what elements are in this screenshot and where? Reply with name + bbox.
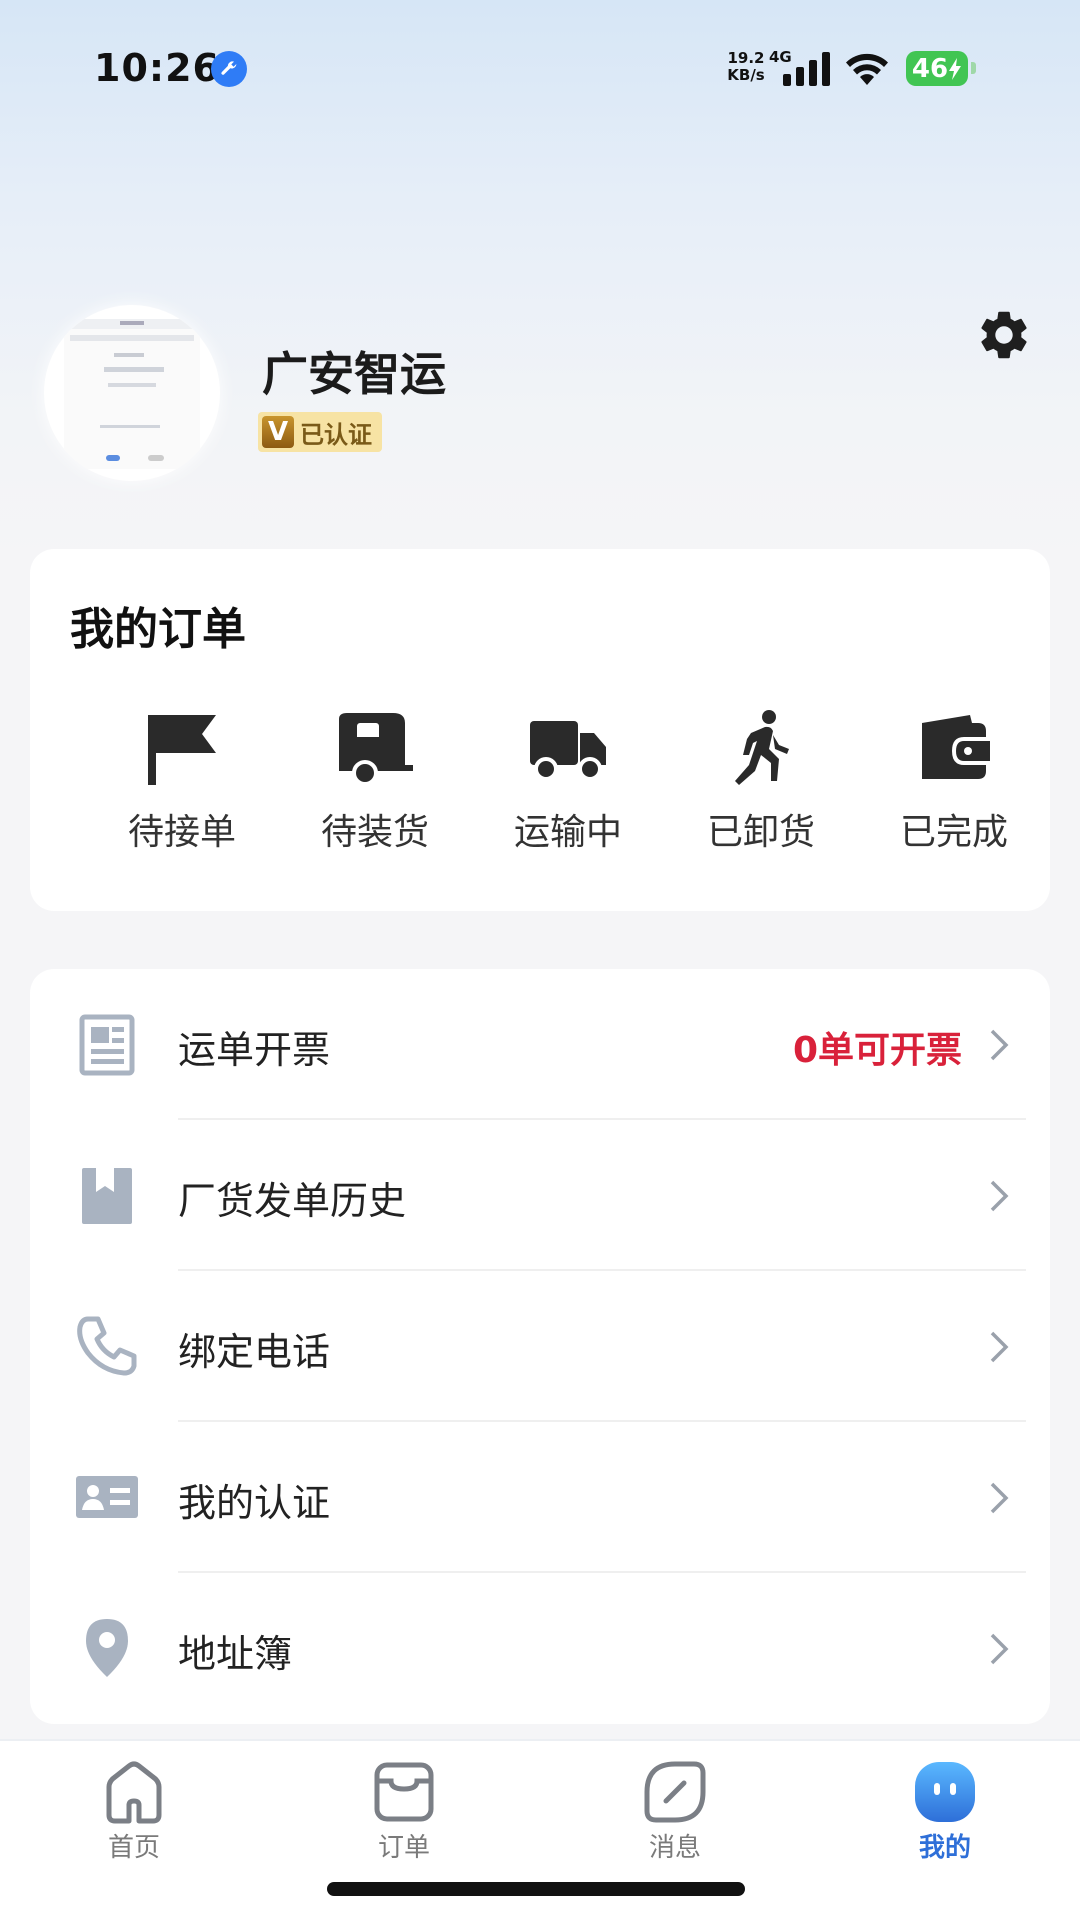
- network-speed: 19.2 KB/s: [726, 50, 766, 84]
- order-status-label: 已完成: [899, 812, 1008, 853]
- menu-item-label: 运单开票: [178, 1028, 331, 1072]
- order-icon: [374, 1762, 434, 1822]
- chevron-right-icon: [990, 1180, 1009, 1212]
- settings-gear-icon[interactable]: [975, 306, 1033, 364]
- tab-label: 消息: [648, 1833, 701, 1863]
- menu-item-factory-order-history[interactable]: 厂货发单历史: [30, 1120, 1050, 1271]
- message-icon: [644, 1761, 706, 1823]
- order-status-pending-accept[interactable]: 待接单: [107, 709, 257, 859]
- order-status-completed[interactable]: 已完成: [879, 709, 1029, 859]
- order-status-pending-load[interactable]: 待装货: [300, 709, 450, 859]
- tab-label: 订单: [377, 1833, 430, 1863]
- menu-item-my-verification[interactable]: 我的认证: [30, 1422, 1050, 1573]
- invoice-count: 0单可开票: [792, 1030, 962, 1071]
- menu-item-label: 我的认证: [178, 1481, 331, 1525]
- verified-badge-label: 已认证: [300, 420, 372, 449]
- trailer-icon: [339, 713, 413, 786]
- order-status-label: 已卸货: [706, 812, 815, 853]
- network-speed-unit: KB/s: [727, 66, 765, 84]
- tab-home[interactable]: 首页: [74, 1759, 194, 1864]
- truck-icon: [530, 721, 606, 781]
- order-status-label: 运输中: [513, 812, 622, 853]
- battery-cap: [971, 62, 976, 74]
- mine-icon: [915, 1762, 975, 1822]
- my-orders-title: 我的订单: [70, 604, 246, 655]
- tab-orders[interactable]: 订单: [344, 1759, 464, 1864]
- menu-item-label: 地址簿: [178, 1632, 293, 1676]
- network-speed-value: 19.2: [727, 49, 765, 67]
- id-card-icon: [76, 1476, 138, 1518]
- battery-level: 46: [911, 53, 949, 84]
- bookmark-icon: [82, 1168, 132, 1224]
- status-time: 10:26: [94, 46, 220, 90]
- my-orders-card: 我的订单 待接单 待装货 运输中 已卸货 已完成: [30, 549, 1050, 911]
- menu-item-address-book[interactable]: 地址簿: [30, 1573, 1050, 1724]
- profile-name: 广安智运: [262, 347, 446, 401]
- order-status-label: 待接单: [127, 812, 236, 853]
- verified-v-icon: V: [262, 416, 294, 448]
- home-icon: [106, 1761, 162, 1824]
- location-pin-icon: [86, 1619, 128, 1677]
- chevron-right-icon: [990, 1029, 1009, 1061]
- menu-item-waybill-invoice[interactable]: 运单开票 0单可开票: [30, 969, 1050, 1120]
- document-icon: [79, 1014, 135, 1076]
- home-indicator: [327, 1882, 745, 1896]
- menu-list-card: 运单开票 0单可开票 厂货发单历史 绑定电话 我的认证 地址簿: [30, 969, 1050, 1724]
- tab-messages[interactable]: 消息: [615, 1759, 735, 1864]
- flag-icon: [148, 715, 216, 785]
- chevron-right-icon: [990, 1482, 1009, 1514]
- menu-item-bind-phone[interactable]: 绑定电话: [30, 1271, 1050, 1422]
- signal-icon: [783, 52, 830, 86]
- tab-label: 我的: [918, 1833, 971, 1863]
- menu-item-label: 绑定电话: [178, 1330, 331, 1374]
- wrench-icon: [211, 51, 247, 87]
- order-status-in-transit[interactable]: 运输中: [493, 709, 643, 859]
- chevron-right-icon: [990, 1331, 1009, 1363]
- order-status-unloaded[interactable]: 已卸货: [686, 709, 836, 859]
- tab-label: 首页: [107, 1833, 160, 1863]
- walking-person-icon: [735, 710, 789, 785]
- avatar-image: [64, 319, 200, 469]
- wifi-icon: [846, 53, 888, 85]
- tab-mine[interactable]: 我的: [885, 1759, 1005, 1864]
- verified-badge: V 已认证: [258, 412, 382, 452]
- menu-item-label: 厂货发单历史: [178, 1179, 407, 1223]
- battery-icon: 46: [906, 51, 968, 86]
- order-status-label: 待装货: [320, 812, 429, 853]
- wallet-icon: [922, 715, 990, 779]
- avatar[interactable]: [44, 305, 220, 481]
- chevron-right-icon: [990, 1633, 1009, 1665]
- phone-icon: [77, 1316, 137, 1376]
